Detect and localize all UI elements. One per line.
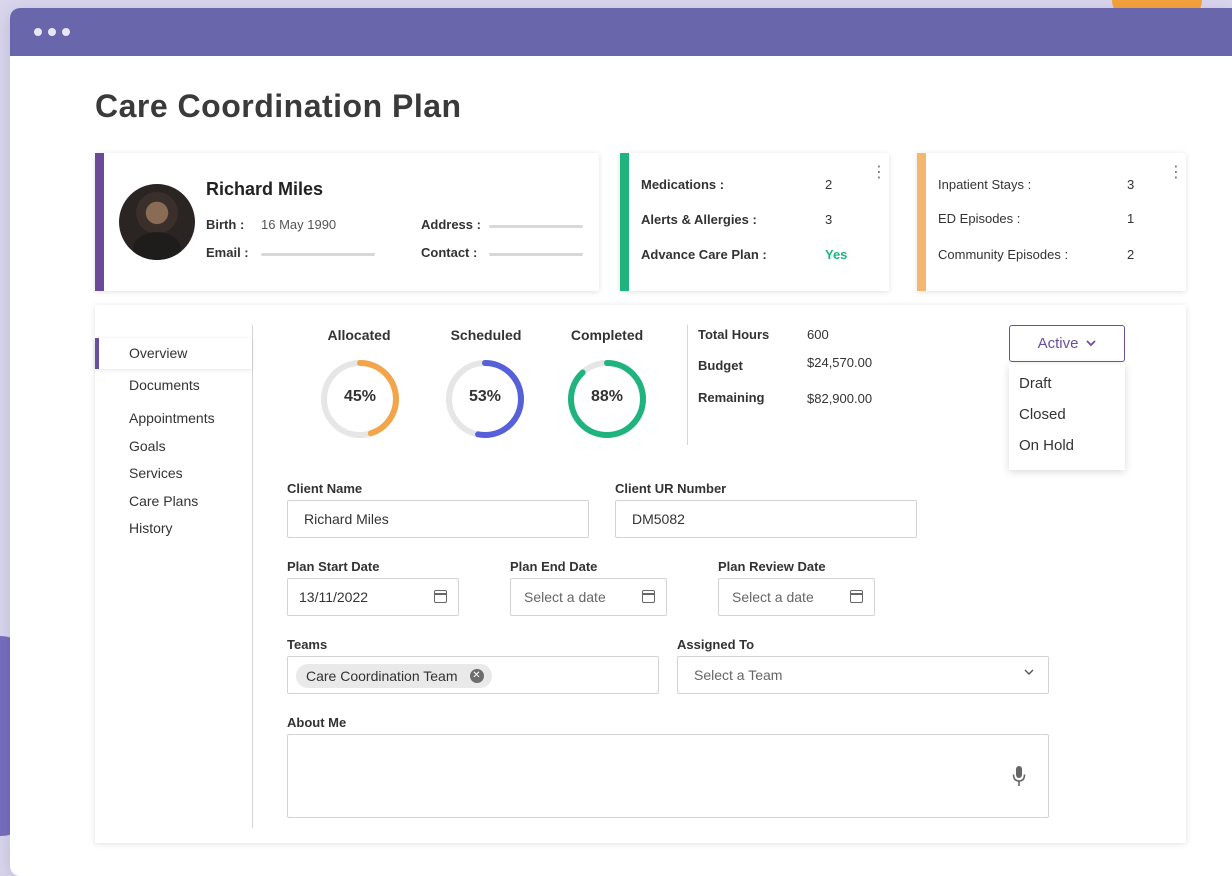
card-accent [917, 153, 926, 291]
start-date-input[interactable]: 13/11/2022 [287, 578, 459, 616]
remaining-value: $82,900.00 [807, 391, 873, 406]
kebab-menu-icon[interactable]: ⋮ [1168, 165, 1184, 181]
close-circle-icon[interactable]: ✕ [469, 669, 484, 683]
completed-label: Completed [570, 327, 644, 343]
budget-value: $24,570.00 [807, 355, 873, 370]
nav-item-care-plans[interactable]: Care Plans [129, 493, 198, 509]
end-date-label: Plan End Date [510, 559, 598, 574]
about-me-label: About Me [287, 715, 347, 730]
email-value-placeholder [261, 253, 375, 256]
client-name-input[interactable]: Richard Miles [287, 500, 589, 538]
team-chip-label: Care Coordination Team [306, 668, 458, 684]
client-ur-input[interactable]: DM5082 [615, 500, 917, 538]
status-dropdown-menu: Draft Closed On Hold [1009, 364, 1125, 470]
avatar [119, 184, 195, 260]
medications-value: 2 [825, 177, 833, 192]
teams-label: Teams [287, 637, 328, 652]
nav-item-overview[interactable]: Overview [129, 345, 187, 361]
client-ur-label: Client UR Number [615, 481, 727, 496]
window-dot[interactable] [62, 28, 70, 36]
assigned-to-placeholder: Select a Team [694, 667, 783, 683]
allocated-progress-ring: 45% [319, 358, 401, 440]
community-value: 2 [1127, 247, 1135, 262]
chevron-down-icon [1086, 340, 1097, 347]
scheduled-percent: 53% [468, 388, 502, 405]
card-accent [620, 153, 629, 291]
contact-label: Contact : [421, 245, 478, 260]
completed-progress-ring: 88% [566, 358, 648, 440]
nav-active-indicator [95, 338, 99, 369]
contact-value-placeholder [489, 253, 583, 256]
address-label: Address : [421, 217, 481, 232]
ed-episodes-value: 1 [1127, 211, 1135, 226]
advance-care-value: Yes [825, 247, 848, 262]
window-dot[interactable] [48, 28, 56, 36]
card-accent [95, 153, 104, 291]
scheduled-progress-ring: 53% [444, 358, 526, 440]
community-label: Community Episodes : [938, 247, 1069, 262]
email-label: Email : [206, 245, 249, 260]
start-date-value: 13/11/2022 [299, 589, 369, 605]
scheduled-label: Scheduled [450, 327, 522, 343]
client-name-label: Client Name [287, 481, 363, 496]
assigned-to-label: Assigned To [677, 637, 755, 652]
care-plan-panel: Overview Documents Appointments Goals Se… [95, 305, 1186, 843]
medications-label: Medications : [641, 177, 725, 192]
alerts-value: 3 [825, 212, 833, 227]
calendar-icon[interactable] [434, 590, 447, 603]
calendar-icon[interactable] [642, 590, 655, 603]
address-value-placeholder [489, 225, 583, 228]
start-date-label: Plan Start Date [287, 559, 380, 574]
ed-episodes-label: ED Episodes : [938, 211, 1021, 226]
end-date-input[interactable]: Select a date [510, 578, 667, 616]
assigned-to-select[interactable]: Select a Team [677, 656, 1049, 694]
chevron-down-icon [1024, 669, 1034, 675]
nav-item-appointments[interactable]: Appointments [129, 410, 215, 426]
window-dot[interactable] [34, 28, 42, 36]
page-title: Care Coordination Plan [95, 88, 462, 124]
review-date-placeholder: Select a date [732, 589, 814, 605]
status-selected: Active [1037, 335, 1079, 352]
birth-value: 16 May 1990 [261, 217, 337, 232]
patient-name: Richard Miles [206, 179, 324, 199]
app-window: Care Coordination Plan Richard Miles Bir… [10, 8, 1232, 876]
total-hours-value: 600 [807, 327, 829, 342]
nav-item-documents[interactable]: Documents [129, 377, 200, 393]
alerts-label: Alerts & Allergies : [641, 212, 757, 227]
client-ur-value: DM5082 [632, 511, 685, 527]
side-navigation: Overview Documents Appointments Goals Se… [95, 325, 253, 828]
episodes-summary-card: ⋮ Inpatient Stays : 3 ED Episodes : 1 Co… [917, 153, 1186, 291]
status-option-closed[interactable]: Closed [1019, 406, 1066, 423]
medical-summary-card: ⋮ Medications : 2 Alerts & Allergies : 3… [620, 153, 889, 291]
client-name-value: Richard Miles [304, 511, 389, 527]
nav-item-history[interactable]: History [129, 520, 173, 536]
status-option-draft[interactable]: Draft [1019, 375, 1052, 392]
end-date-placeholder: Select a date [524, 589, 606, 605]
inpatient-label: Inpatient Stays : [938, 177, 1032, 192]
inpatient-value: 3 [1127, 177, 1135, 192]
total-hours-label: Total Hours [698, 327, 770, 342]
birth-label: Birth : [206, 217, 245, 232]
nav-item-goals[interactable]: Goals [129, 438, 166, 454]
team-chip: Care Coordination Team ✕ [296, 664, 492, 688]
allocated-label: Allocated [327, 327, 391, 343]
patient-card: Richard Miles Birth : 16 May 1990 Email … [95, 153, 599, 291]
budget-label: Budget [698, 358, 743, 373]
about-me-textarea[interactable] [287, 734, 1049, 818]
window-titlebar [10, 8, 1232, 56]
review-date-label: Plan Review Date [718, 559, 826, 574]
status-option-on-hold[interactable]: On Hold [1019, 437, 1074, 454]
kebab-menu-icon[interactable]: ⋮ [871, 165, 887, 181]
review-date-input[interactable]: Select a date [718, 578, 875, 616]
calendar-icon[interactable] [850, 590, 863, 603]
allocated-percent: 45% [343, 388, 377, 405]
teams-input[interactable]: Care Coordination Team ✕ [287, 656, 659, 694]
divider [687, 325, 688, 445]
status-dropdown-button[interactable]: Active [1009, 325, 1125, 362]
advance-care-label: Advance Care Plan : [641, 247, 767, 262]
nav-item-services[interactable]: Services [129, 465, 183, 481]
completed-percent: 88% [590, 388, 624, 405]
microphone-icon[interactable] [1012, 765, 1026, 787]
remaining-label: Remaining [698, 390, 765, 405]
